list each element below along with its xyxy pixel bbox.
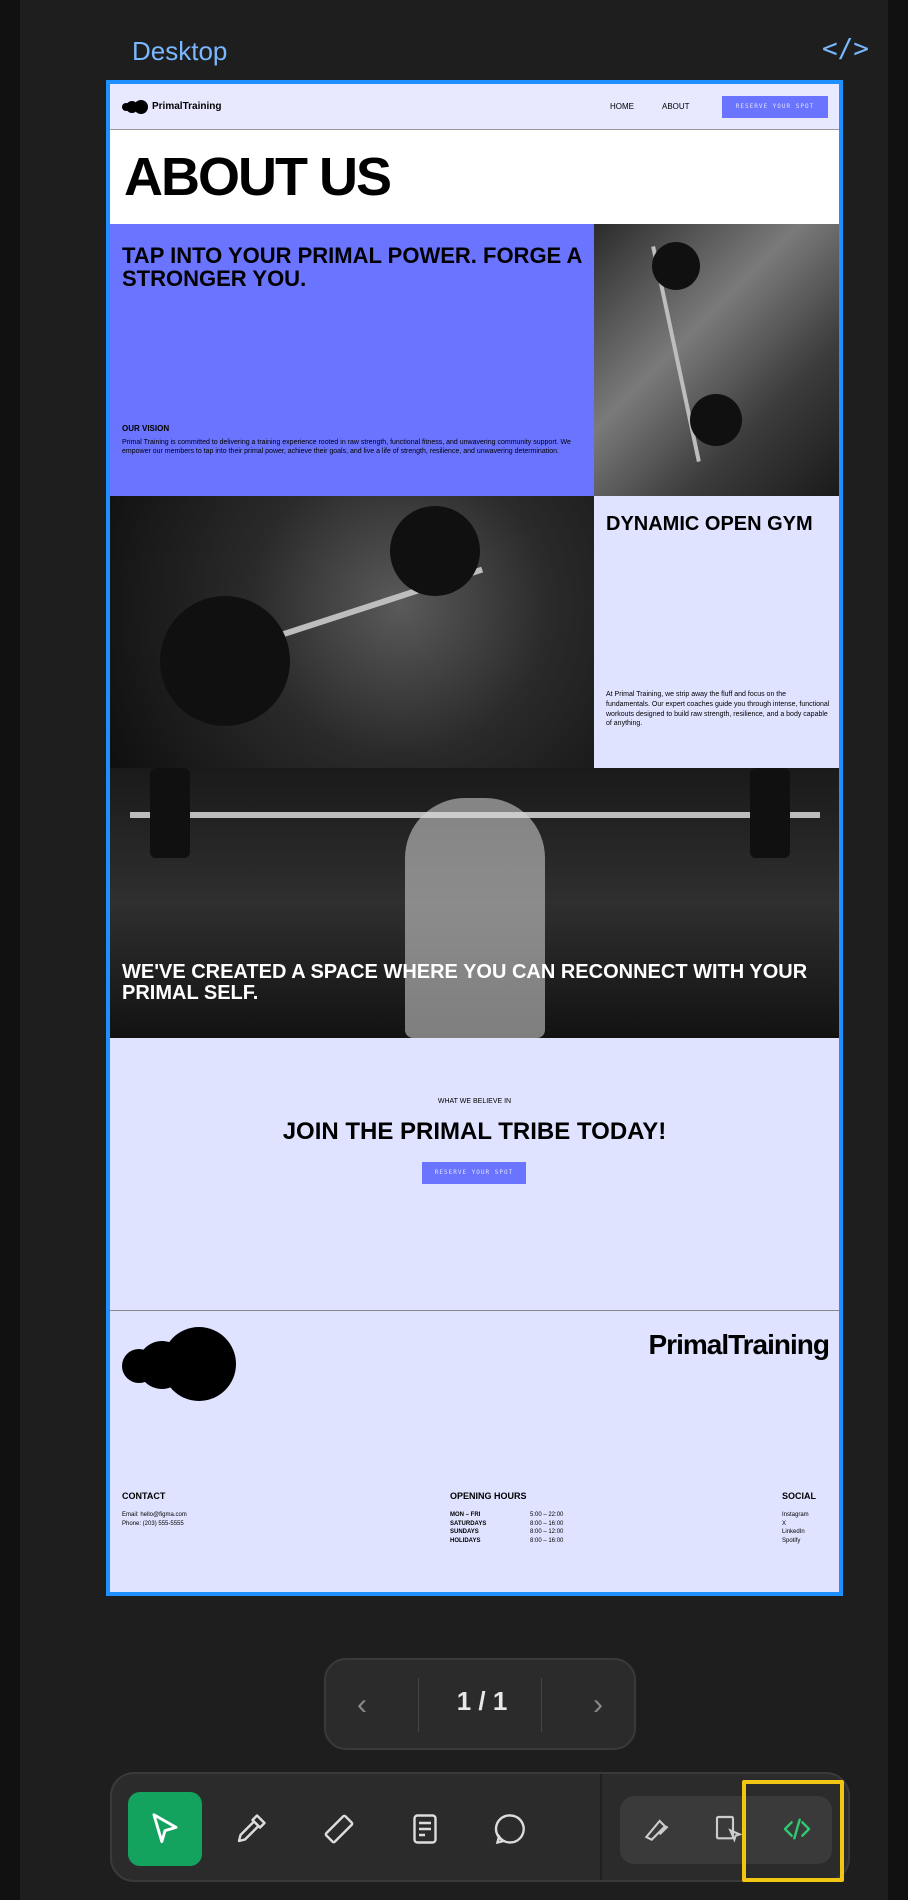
hours-heading: OPENING HOURS [450,1491,527,1501]
eyedropper-icon [237,1814,266,1843]
social-x[interactable]: X [782,1520,809,1529]
contact-email[interactable]: Email: hello@figma.com [122,1511,187,1520]
pointer-icon [152,1813,178,1844]
draw-icon [644,1819,669,1841]
open-gym-heading: DYNAMIC OPEN GYM [606,513,813,535]
nav-about-link[interactable]: ABOUT [662,102,690,111]
page-title: ABOUT US [124,147,392,207]
logo-icon [122,100,150,114]
hours-row: MON – FRI 5:00 – 22:00 [450,1512,564,1518]
deadlift-photo [110,496,594,768]
inspect-icon [715,1815,743,1843]
vision-block: TAP INTO YOUR PRIMAL POWER. FORGE A STRO… [110,224,594,496]
annotate-tool-button[interactable] [388,1792,462,1866]
toolbar-divider [600,1774,602,1880]
social-heading: SOCIAL [782,1491,817,1501]
hero-title: ABOUT US [110,130,839,224]
overhead-press-photo: WE'VE CREATED A SPACE WHERE YOU CAN RECO… [110,768,839,1038]
space-caption: WE'VE CREATED A SPACE WHERE YOU CAN RECO… [122,961,808,1004]
comment-tool-button[interactable] [474,1792,548,1866]
code-icon[interactable]: </> [822,34,869,64]
site-frame[interactable]: PrimalTraining HOME ABOUT RESERVE YOUR S… [106,80,843,1596]
vision-text: Primal Training is committed to deliveri… [122,439,571,456]
ruler-icon [324,1814,354,1844]
page-indicator: 1 / 1 [456,1686,508,1716]
tribe-heading: JOIN THE PRIMAL TRIBE TODAY! [282,1118,667,1145]
headline: TAP INTO YOUR PRIMAL POWER. FORGE A STRO… [122,243,582,292]
frame-title: Desktop [132,36,228,66]
nav-home-link[interactable]: HOME [610,102,634,111]
site-footer: PrimalTraining CONTACT Email: hello@figm… [110,1310,839,1592]
site-navbar: PrimalTraining HOME ABOUT RESERVE YOUR S… [110,84,839,130]
reserve-spot-button[interactable]: RESERVE YOUR SPOT [722,96,828,118]
eyedropper-tool-button[interactable] [214,1792,288,1866]
footer-brand[interactable]: PrimalTraining [649,1329,830,1361]
open-gym-panel: DYNAMIC OPEN GYM At Primal Training, we … [594,496,839,768]
vision-heading: OUR VISION [122,424,170,433]
bottom-toolbar [110,1772,850,1882]
social-instagram[interactable]: Instagram [782,1511,809,1520]
social-linkedin[interactable]: LinkedIn [782,1528,809,1537]
open-gym-text: At Primal Training, we strip away the fl… [606,691,830,728]
pager: ‹ 1 / 1 › [324,1658,636,1750]
contact-phone[interactable]: Phone: (203) 555-5555 [122,1520,187,1529]
tribe-reserve-button[interactable]: RESERVE YOUR SPOT [422,1162,526,1184]
hours-row: SUNDAYS 8:00 – 12:00 [450,1529,564,1536]
pager-divider-right [541,1678,542,1732]
social-links: Instagram X LinkedIn Spotify [782,1511,809,1546]
tribe-section: WHAT WE BELIEVE IN JOIN THE PRIMAL TRIBE… [110,1038,839,1310]
contact-info: Email: hello@figma.com Phone: (203) 555-… [122,1511,187,1528]
draw-mode-button[interactable] [620,1792,694,1866]
comment-icon [494,1814,525,1845]
chevron-right-icon[interactable]: › [568,1680,628,1730]
chevron-left-icon[interactable]: ‹ [332,1680,392,1730]
code-mode-highlight [742,1780,844,1882]
social-spotify[interactable]: Spotify [782,1537,809,1546]
ruler-tool-button[interactable] [302,1792,376,1866]
hours-row: SATURDAYS 8:00 – 16:00 [450,1520,564,1527]
hours-row: HOLIDAYS 8:00 – 16:00 [450,1538,564,1545]
hours-table: MON – FRI 5:00 – 22:00 SATURDAYS 8:00 – … [450,1511,563,1546]
contact-heading: CONTACT [122,1491,166,1501]
nav-brand[interactable]: PrimalTraining [152,101,221,112]
annotate-icon [413,1814,437,1844]
athletes-photo [594,224,839,496]
tribe-eyebrow: WHAT WE BELIEVE IN [437,1098,512,1105]
footer-logo-icon [122,1327,242,1407]
pointer-tool-button[interactable] [128,1792,202,1866]
